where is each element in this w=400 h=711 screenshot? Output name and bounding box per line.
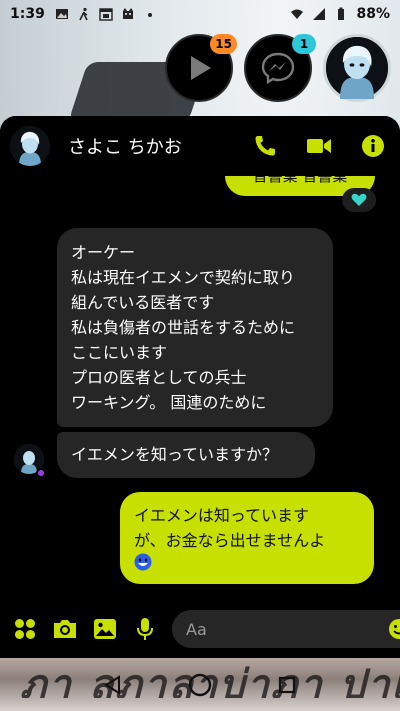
contact-avatar-image [326, 37, 388, 99]
gallery-button[interactable] [92, 616, 118, 642]
phone-icon [255, 136, 275, 156]
message-line: ワーキング。 国連のために [71, 393, 267, 412]
image-icon [55, 9, 68, 19]
contact-chat-head[interactable] [323, 34, 391, 102]
messenger-chat-head[interactable]: 1 [244, 34, 316, 102]
apps-icon [15, 619, 35, 639]
status-bar: 1:39 88% [0, 0, 400, 28]
message-line: 私は現在イエメンで契約に取り [71, 268, 295, 287]
header-actions [252, 133, 390, 159]
chat-heads: 15 1 [165, 34, 395, 106]
unread-badge: 15 [210, 34, 237, 54]
message-line: オーケー [71, 243, 136, 262]
calendar-icon [99, 8, 113, 21]
message-list[interactable]: 音書業 音書業 オーケー 私は現在イエメンで契約に取り 組んでいる医者です 私は… [0, 176, 400, 600]
heart-icon [351, 193, 367, 206]
unread-badge: 1 [292, 34, 316, 54]
call-button[interactable] [252, 133, 278, 159]
message-line: ここにいます [71, 343, 168, 362]
dot-icon [147, 13, 152, 17]
composer-bar [0, 600, 400, 658]
signal-icon [313, 8, 326, 20]
apps-button[interactable] [12, 616, 38, 642]
video-call-button[interactable] [306, 133, 332, 159]
battery-icon [338, 7, 345, 20]
back-icon [104, 674, 121, 695]
grinning-emoji-line [134, 553, 360, 578]
info-icon [362, 135, 384, 157]
recents-icon [278, 676, 295, 693]
contact-avatar-image [10, 126, 50, 166]
cat-icon [122, 8, 133, 19]
home-icon [188, 673, 212, 696]
message-line: 組んでいる医者です [71, 293, 215, 312]
gallery-icon [94, 619, 116, 639]
home-button[interactable] [185, 670, 215, 700]
recents-button[interactable] [272, 670, 302, 700]
camera-button[interactable] [52, 616, 78, 642]
mic-icon [137, 618, 153, 640]
message-input[interactable] [186, 619, 386, 639]
emoji-icon [389, 619, 400, 639]
contact-name[interactable]: さよこ ちかお [68, 133, 182, 159]
message-input-field[interactable] [172, 610, 400, 648]
battery-percent: 88% [356, 6, 390, 22]
conversation-header: さよこ ちかお [0, 116, 400, 176]
active-status-dot [36, 468, 46, 478]
message-line: が、お金なら出せませんよ [134, 531, 326, 550]
video-icon [307, 139, 331, 153]
message-line: 私は負傷者の世話をするために [71, 318, 296, 337]
grinning-emoji-icon [134, 553, 152, 571]
emoji-button[interactable] [386, 616, 400, 642]
reaction-badge[interactable] [342, 188, 376, 212]
messenger-panel: さよこ ちかお 音書業 音書業 オーケー 私は現在イエメンで契約に取り 組んでい… [0, 116, 400, 658]
avatar[interactable] [10, 126, 50, 166]
system-nav-bar [0, 658, 400, 711]
status-time: 1:39 [10, 6, 45, 22]
back-button[interactable] [98, 670, 128, 700]
info-button[interactable] [360, 133, 386, 159]
play-icon [191, 56, 211, 80]
camera-icon [54, 620, 76, 638]
outgoing-message[interactable]: イエメンは知っています が、お金なら出せませんよ [120, 492, 374, 584]
walk-icon [79, 7, 88, 21]
incoming-message[interactable]: オーケー 私は現在イエメンで契約に取り 組んでいる医者です 私は負傷者の世話をす… [57, 228, 333, 427]
play-chat-head[interactable]: 15 [165, 34, 237, 102]
voice-button[interactable] [132, 616, 158, 642]
message-line: プロの医者としての兵士 [71, 368, 247, 387]
message-line: イエメンを知っていますか？ [71, 445, 279, 464]
wifi-icon [291, 9, 304, 19]
message-line: イエメンは知っています [134, 506, 310, 525]
incoming-message[interactable]: イエメンを知っていますか？ [57, 432, 315, 478]
messenger-icon [261, 52, 295, 85]
